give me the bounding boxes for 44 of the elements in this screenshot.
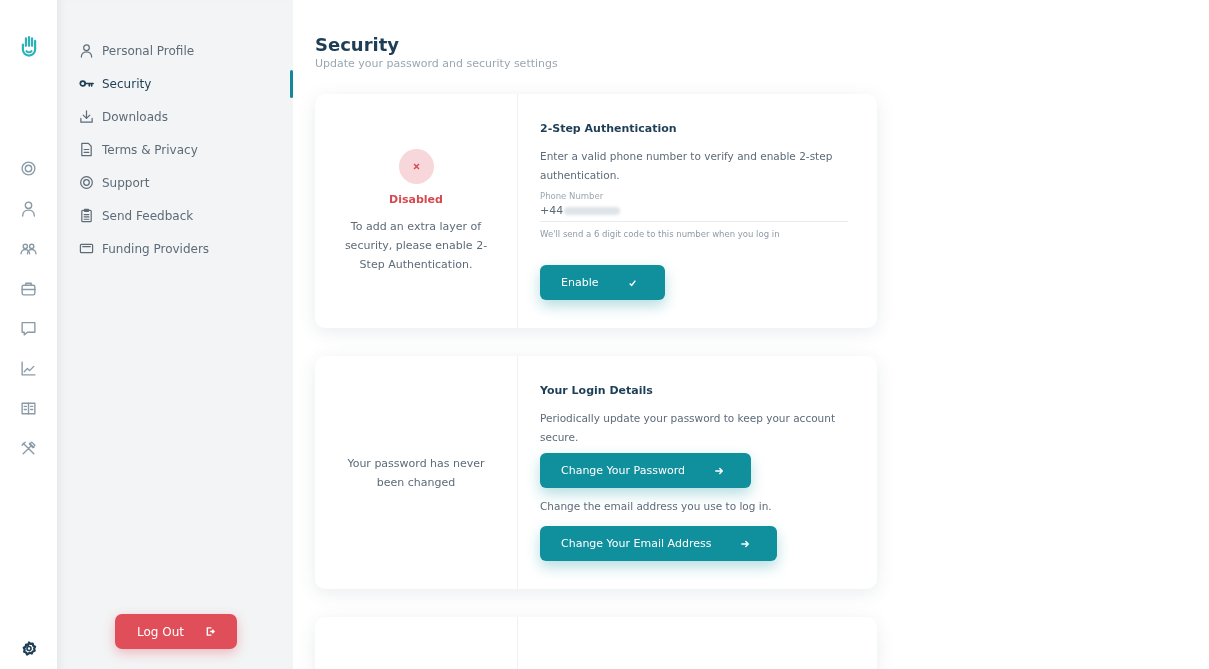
book-icon[interactable] bbox=[20, 400, 37, 417]
active-indicator bbox=[290, 70, 293, 98]
change-email-button[interactable]: Change Your Email Address bbox=[540, 526, 778, 561]
change-password-button[interactable]: Change Your Password bbox=[540, 453, 751, 488]
card-icon bbox=[79, 241, 94, 256]
settings-menu-item[interactable]: Downloads bbox=[79, 100, 293, 133]
lifebuoy-icon bbox=[79, 175, 94, 190]
status-label: Disabled bbox=[389, 192, 443, 206]
section-description: Change the email address you use to log in. bbox=[540, 499, 772, 514]
close-icon bbox=[412, 162, 420, 170]
page-title: Security bbox=[315, 34, 401, 55]
settings-menu-item[interactable]: Security bbox=[79, 67, 293, 100]
settings-icon[interactable] bbox=[20, 641, 37, 657]
section-description: Enter a valid phone number to verify and enable 2-step authentication. bbox=[540, 149, 834, 183]
arrow-icon bbox=[715, 466, 723, 475]
briefcase-icon[interactable] bbox=[20, 280, 37, 297]
chat-icon[interactable] bbox=[20, 320, 37, 337]
settings-menu-item[interactable]: Funding Providers bbox=[79, 232, 293, 265]
chart-icon[interactable] bbox=[20, 360, 37, 377]
person-icon[interactable] bbox=[20, 200, 37, 217]
section-heading: 2-Step Authentication bbox=[540, 122, 677, 135]
settings-menu-item[interactable]: Send Feedback bbox=[79, 199, 293, 232]
person-icon bbox=[79, 43, 94, 58]
tools-icon[interactable] bbox=[20, 440, 37, 457]
clipboard-icon bbox=[79, 208, 94, 223]
field-label: Phone Number bbox=[540, 191, 605, 201]
field-hint: We'll send a 6 digit code to this number when you log in bbox=[540, 229, 780, 239]
logout-button[interactable]: Log Out bbox=[115, 614, 237, 649]
settings-menu-item[interactable]: Support bbox=[79, 166, 293, 199]
password-status-note: Your password has never been changed bbox=[346, 455, 486, 491]
enable-button[interactable]: Enable bbox=[540, 265, 666, 300]
status-note: To add an extra layer of security, please enable 2-Step Authentication. bbox=[343, 218, 489, 273]
arrow-icon bbox=[741, 539, 750, 548]
blurred-digits bbox=[564, 206, 620, 215]
logout-icon bbox=[206, 627, 215, 636]
phone-input[interactable]: +44 bbox=[540, 204, 564, 217]
document-icon bbox=[79, 142, 94, 157]
section-heading: Your Login Details bbox=[540, 384, 653, 397]
section-description: Periodically update your password to keep your account secure. bbox=[540, 411, 836, 445]
check-icon bbox=[628, 278, 638, 287]
page-subtitle: Update your password and security settings bbox=[315, 57, 559, 70]
settings-menu-item[interactable]: Terms & Privacy bbox=[79, 133, 293, 166]
settings-menu-item[interactable]: Personal Profile bbox=[79, 34, 293, 67]
download-icon bbox=[79, 109, 94, 124]
